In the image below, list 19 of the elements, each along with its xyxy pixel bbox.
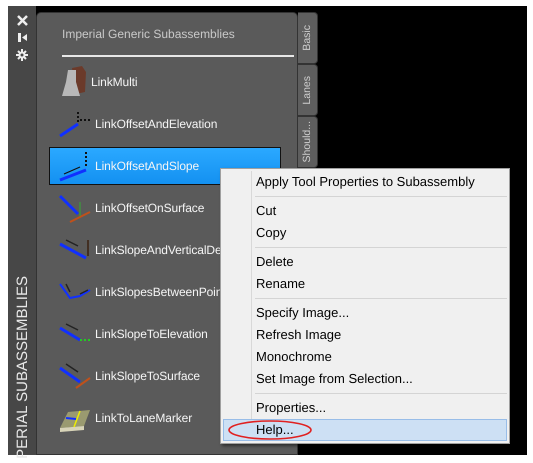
palette-tab[interactable]: Should... [298, 116, 318, 168]
menu-item[interactable]: Refresh Image [223, 324, 507, 346]
link-icon [58, 192, 92, 224]
settings-icon[interactable] [16, 49, 28, 61]
menu-item[interactable]: Delete [223, 251, 507, 273]
menu-item[interactable]: Cut [223, 200, 507, 222]
menu-item[interactable]: Help... [223, 419, 507, 441]
menu-item[interactable]: Monochrome [223, 346, 507, 368]
menu-item[interactable]: Rename [223, 273, 507, 295]
menu-item[interactable]: Properties... [223, 397, 507, 419]
menu-item[interactable]: Set Image from Selection... [223, 368, 507, 390]
close-icon[interactable] [16, 15, 28, 26]
menu-item[interactable]: Copy [223, 222, 507, 244]
menu-item[interactable]: Specify Image... [223, 302, 507, 324]
palette-tab[interactable]: Lanes [298, 64, 318, 116]
tool-item[interactable]: LinkOffsetAndElevation [49, 105, 281, 143]
palette-heading: Imperial Generic Subassemblies [61, 27, 236, 41]
palette-tab[interactable]: Basic [298, 12, 318, 64]
tool-item[interactable]: LinkMulti [49, 63, 281, 101]
